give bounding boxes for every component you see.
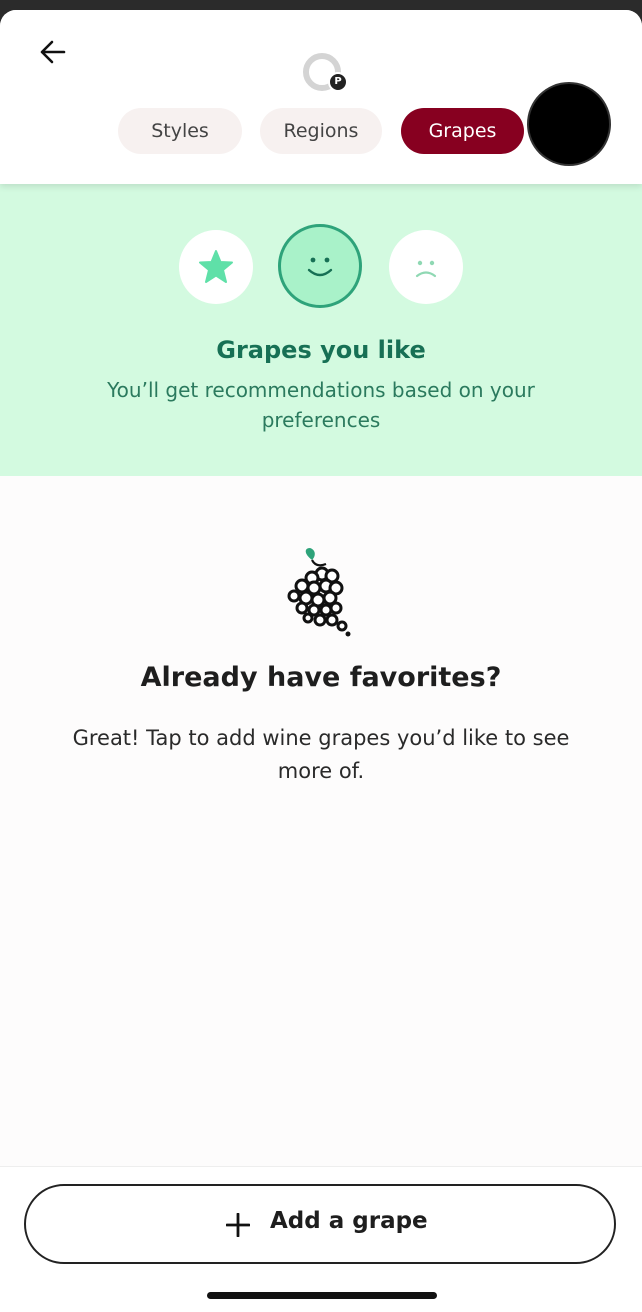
camera-cutout bbox=[529, 84, 609, 164]
hero-subtitle: You’ll get recommendations based on your… bbox=[107, 378, 535, 432]
screen: P Styles Regions Grapes Grapes you like … bbox=[0, 10, 642, 1312]
tab-regions[interactable]: Regions bbox=[260, 108, 382, 154]
add-grape-label: Add a grape bbox=[270, 1208, 428, 1234]
back-button[interactable] bbox=[34, 36, 78, 70]
add-grape-button[interactable]: Add a grape bbox=[24, 1184, 616, 1264]
frown-icon bbox=[415, 260, 437, 278]
dislike-option[interactable] bbox=[389, 230, 463, 304]
smile-icon bbox=[307, 257, 333, 277]
tab-styles[interactable]: Styles bbox=[118, 108, 242, 154]
hero-title: Grapes you like bbox=[216, 336, 426, 364]
home-indicator[interactable] bbox=[207, 1292, 437, 1299]
avatar-badge: P bbox=[328, 72, 348, 92]
tab-grapes[interactable]: Grapes bbox=[401, 108, 524, 154]
grape-illustration bbox=[282, 546, 358, 638]
empty-state-description: Great! Tap to add wine grapes you’d like… bbox=[72, 726, 570, 783]
grape-icon bbox=[287, 548, 351, 637]
plus-icon bbox=[226, 1213, 250, 1237]
arrow-left-icon bbox=[40, 40, 66, 64]
like-option[interactable] bbox=[278, 224, 362, 308]
favorite-option[interactable] bbox=[179, 230, 253, 304]
empty-state-title: Already have favorites? bbox=[140, 662, 502, 693]
star-icon bbox=[199, 250, 233, 283]
